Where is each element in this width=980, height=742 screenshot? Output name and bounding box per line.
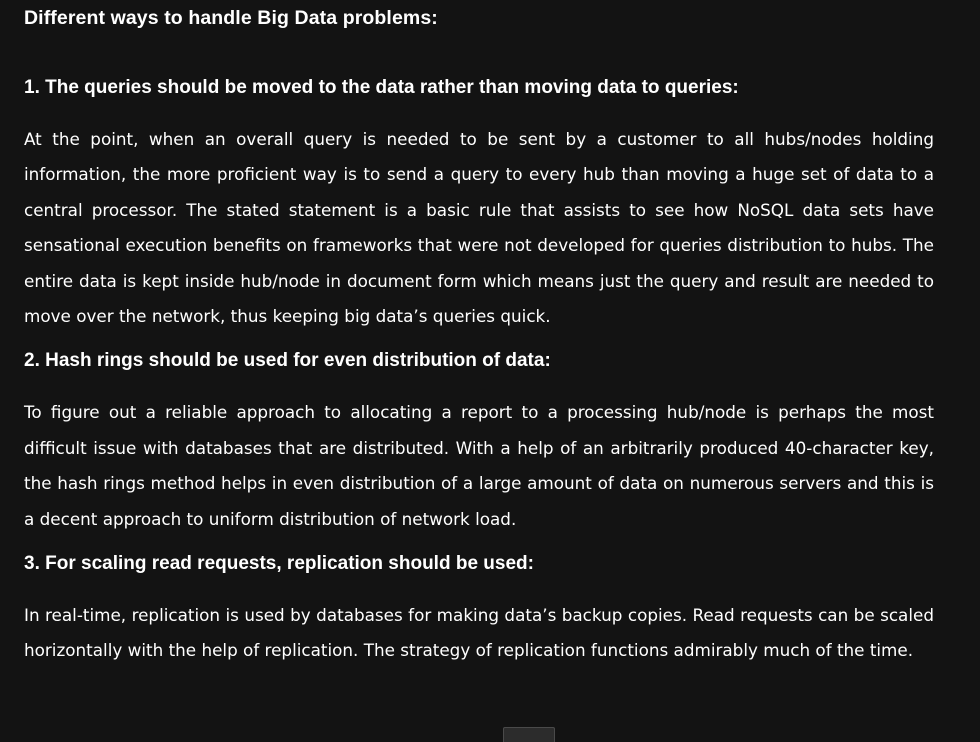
section-heading-3: 3. For scaling read requests, replicatio… [24,553,534,575]
article: Different ways to handle Big Data proble… [24,0,934,669]
page-title: Different ways to handle Big Data proble… [24,7,438,29]
section-body-2: To figure out a reliable approach to all… [24,402,934,529]
section-heading-2: 2. Hash rings should be used for even di… [24,350,551,372]
section-heading-1: 1. The queries should be moved to the da… [24,77,739,98]
scroll-to-top-button[interactable] [503,727,555,742]
section-body-3: In real-time, replication is used by dat… [24,605,934,661]
section-body-1: At the point, when an overall query is n… [24,129,934,327]
